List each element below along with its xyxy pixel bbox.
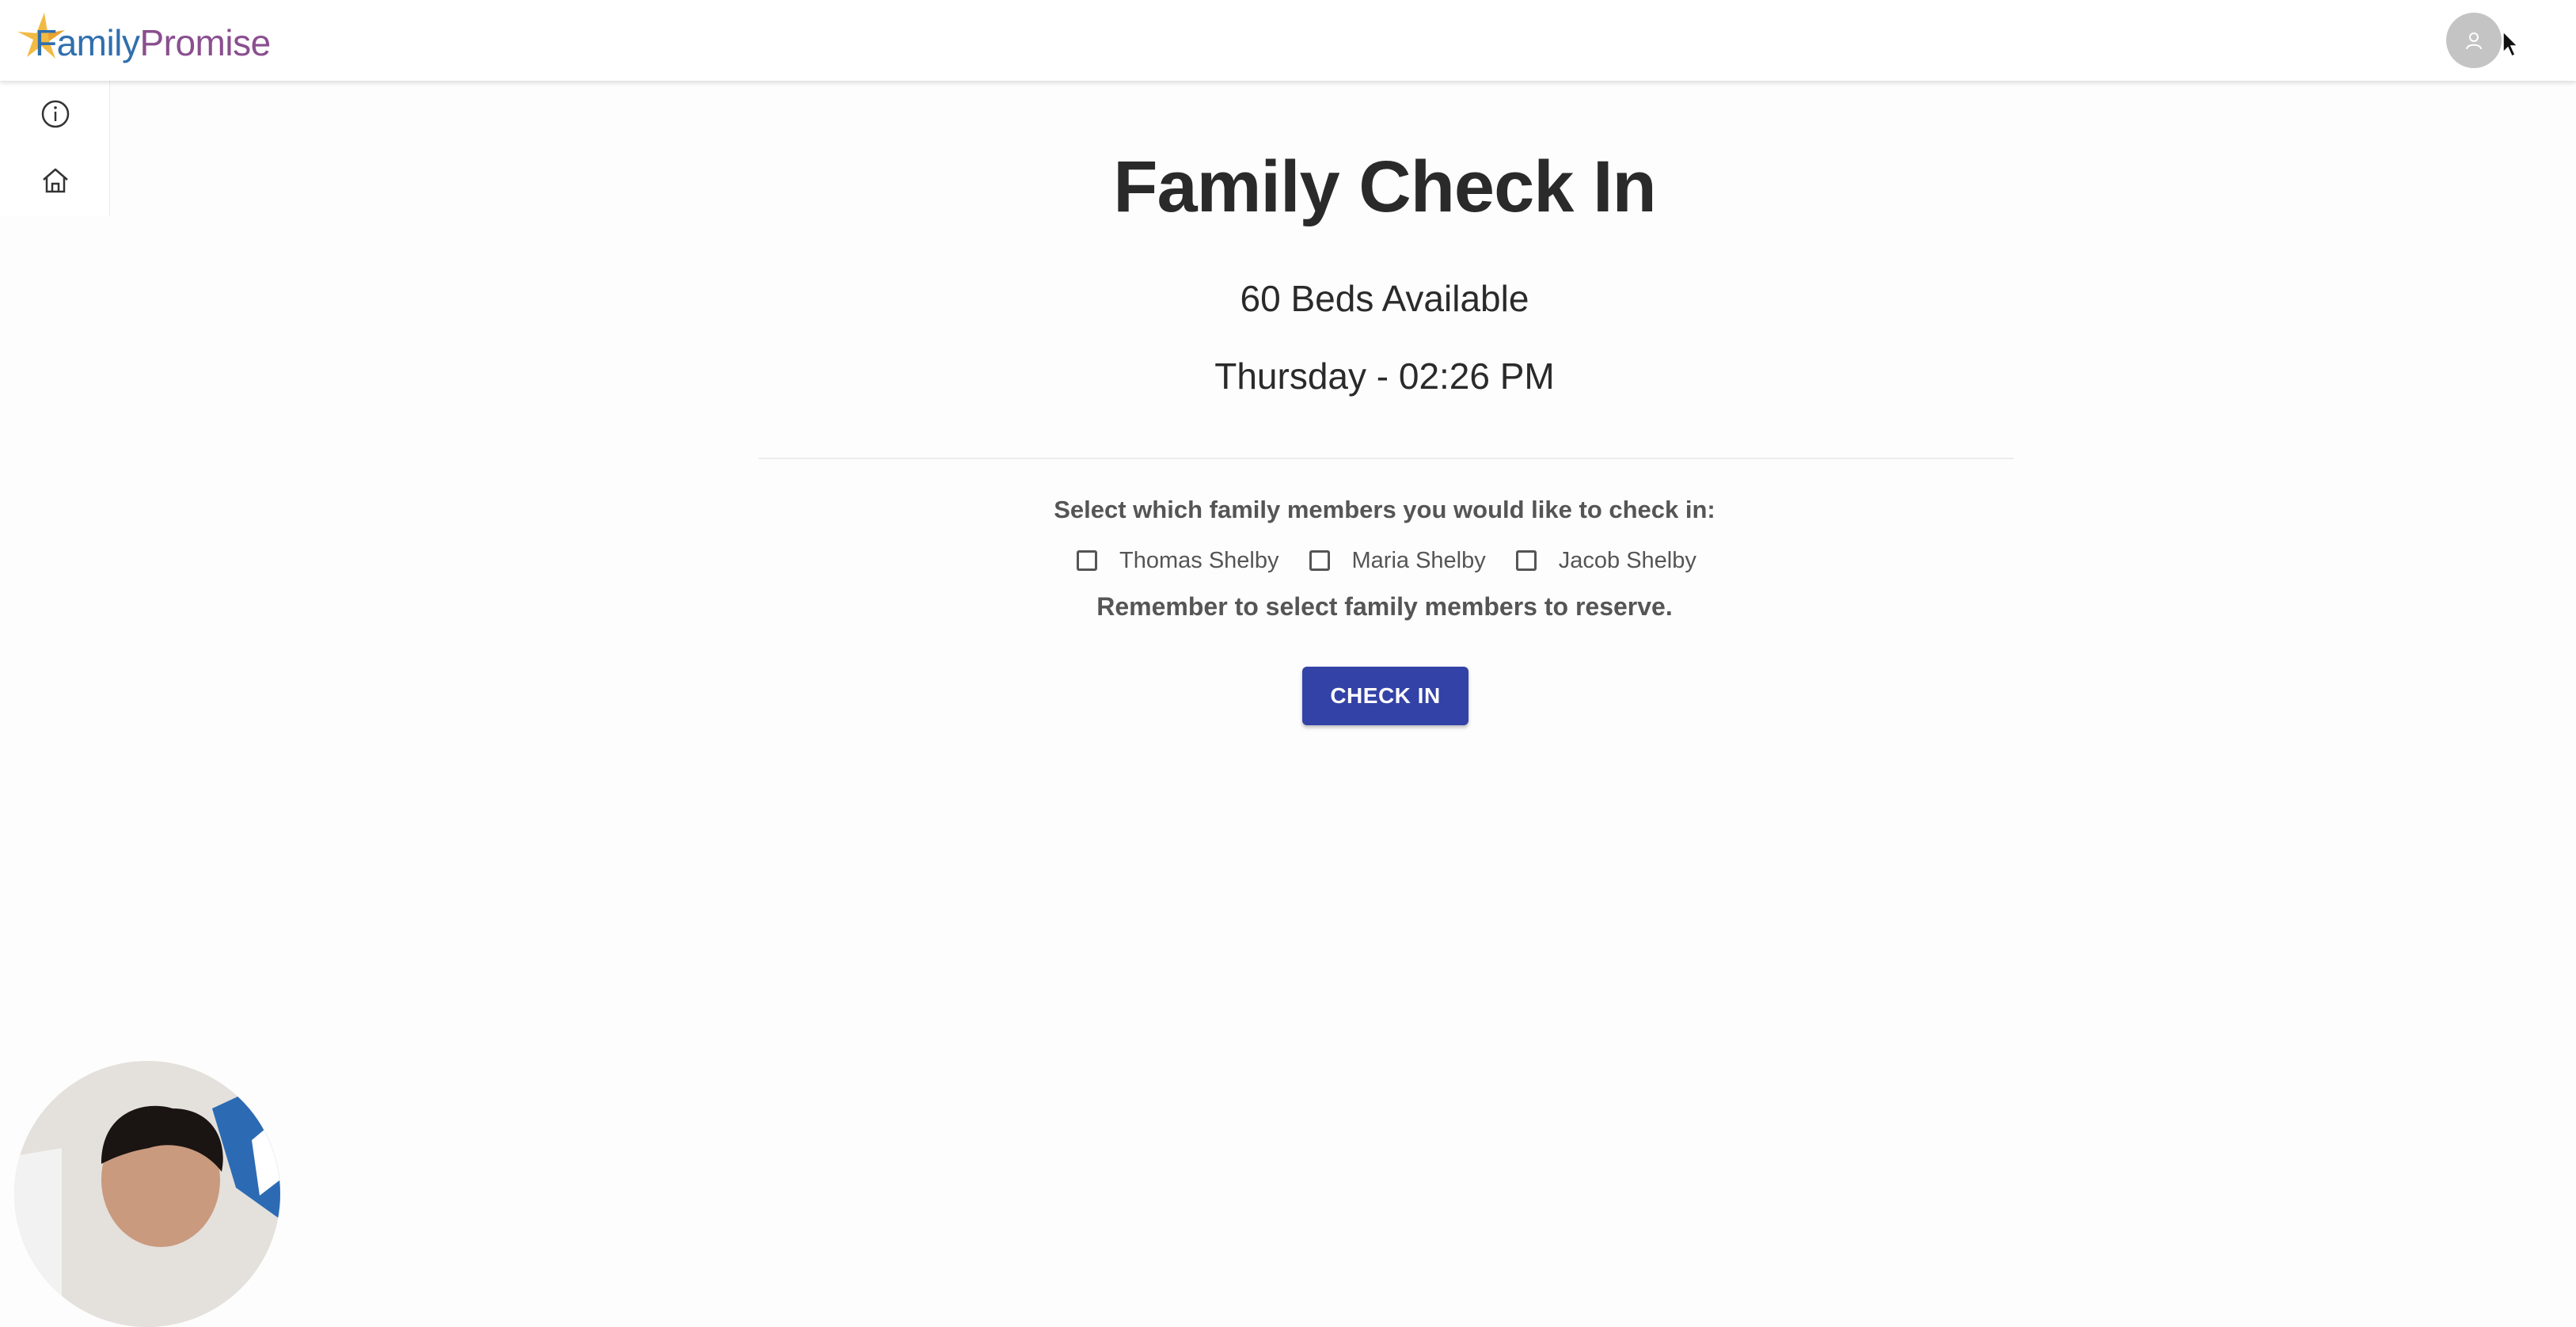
member-name: Thomas Shelby: [1119, 547, 1279, 573]
avatar[interactable]: [2446, 13, 2502, 68]
member-checkbox-thomas[interactable]: Thomas Shelby: [1069, 548, 1279, 574]
member-checkbox-jacob[interactable]: Jacob Shelby: [1508, 548, 1696, 574]
check-in-button[interactable]: CHECK IN: [1302, 667, 1468, 725]
logo-family: Family: [35, 22, 140, 63]
sidebar-item-home[interactable]: [35, 160, 76, 201]
family-promise-logo[interactable]: FamilyPromise: [13, 10, 271, 73]
main-content: Family Check In 60 Beds Available Thursd…: [0, 81, 2576, 1178]
logo-text: FamilyPromise: [35, 13, 271, 73]
select-members-label: Select which family members you would li…: [1054, 496, 1715, 523]
page-title: Family Check In: [1113, 146, 1656, 227]
mouse-cursor-icon: [2502, 30, 2519, 58]
member-name: Maria Shelby: [1351, 547, 1486, 573]
divider: [758, 458, 2014, 459]
webcam-overlay: [14, 1061, 280, 1327]
current-datetime: Thursday - 02:26 PM: [1214, 356, 1555, 397]
app-header: FamilyPromise: [0, 0, 2576, 81]
home-icon: [43, 168, 68, 193]
family-members-checkboxes: Thomas Shelby Maria Shelby Jacob Shelby: [1069, 543, 1719, 578]
checkbox[interactable]: [1515, 550, 1537, 571]
beds-available: 60 Beds Available: [1240, 278, 1529, 319]
sidebar-item-info[interactable]: [35, 93, 76, 135]
checkbox[interactable]: [1077, 550, 1097, 571]
sidebar: [0, 81, 110, 215]
info-icon: [41, 100, 70, 128]
logo-promise: Promise: [139, 22, 271, 63]
webcam-person-image: [14, 1061, 280, 1327]
user-icon: [2466, 32, 2482, 50]
checkbox[interactable]: [1309, 550, 1330, 571]
member-checkbox-maria[interactable]: Maria Shelby: [1301, 548, 1486, 574]
reminder-text: Remember to select family members to res…: [1096, 592, 1673, 621]
member-name: Jacob Shelby: [1558, 547, 1696, 573]
